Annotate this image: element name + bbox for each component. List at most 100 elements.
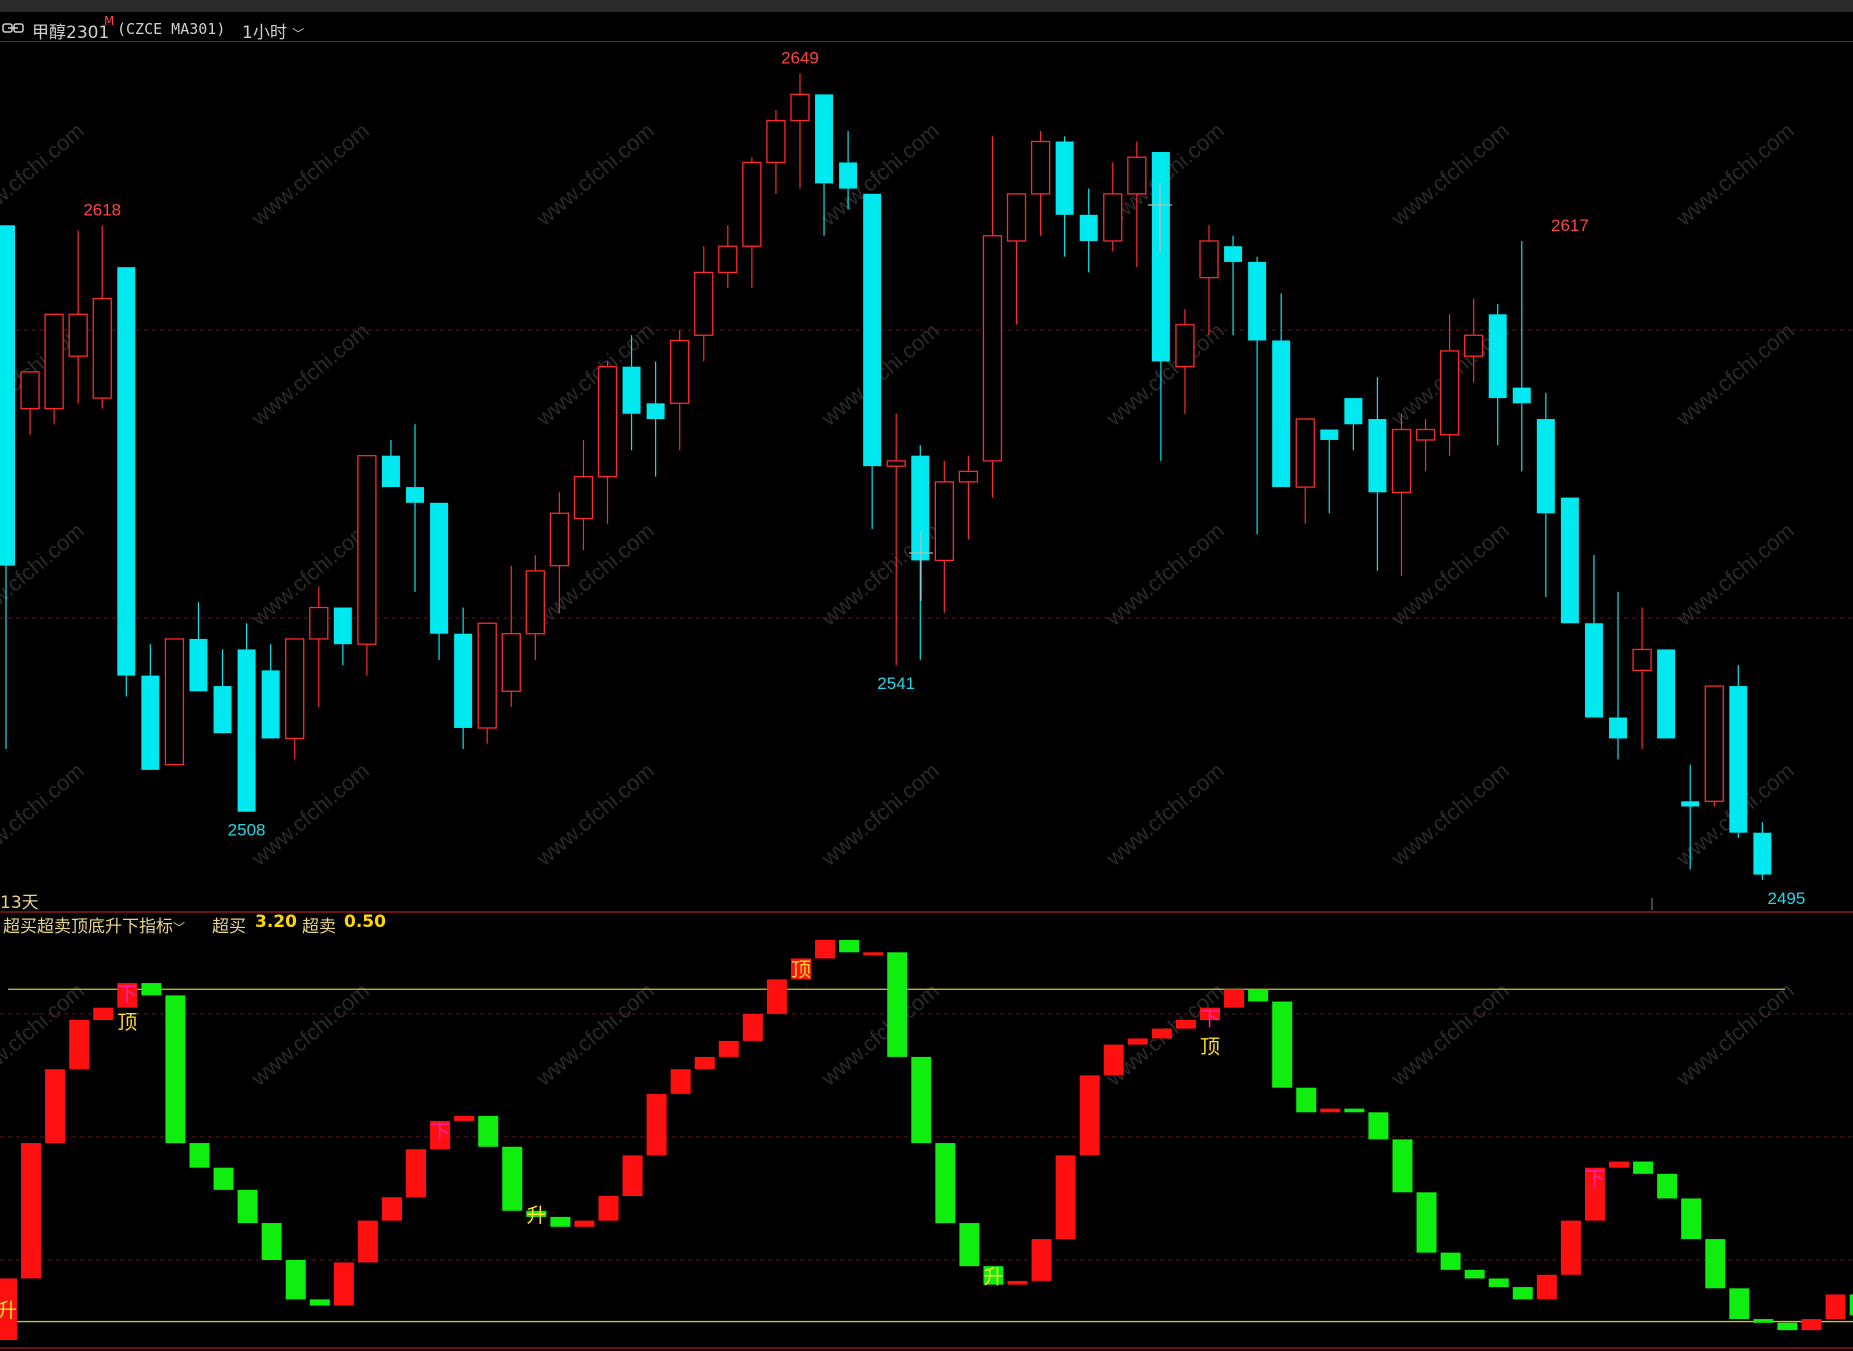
candle <box>958 455 979 540</box>
watermark-text: www.cfchi.com <box>246 978 374 1091</box>
candle <box>1030 131 1051 236</box>
indicator-bar <box>1729 1288 1750 1320</box>
price-extreme-label: 2495 <box>1768 889 1806 908</box>
indicator-bar <box>574 1220 595 1227</box>
period-days-label: 13天 <box>0 893 39 913</box>
candle <box>1488 303 1507 446</box>
indicator-bar <box>1296 1087 1317 1113</box>
candle <box>20 371 40 435</box>
watermark-text: www.cfchi.com <box>1671 318 1799 431</box>
watermark-text: www.cfchi.com <box>1671 118 1799 231</box>
indicator-bar <box>21 1143 42 1279</box>
indicator-bar <box>1512 1287 1533 1300</box>
watermark-text: www.cfchi.com <box>246 758 374 871</box>
indicator-bar <box>285 1260 306 1300</box>
watermark-text: www.cfchi.com <box>1671 978 1799 1091</box>
indicator-bar <box>911 1056 932 1144</box>
candle <box>573 439 594 550</box>
candle <box>1657 649 1676 739</box>
chevron-down-icon: ﹀ <box>173 921 186 935</box>
indicator-bar <box>670 1069 691 1094</box>
indicator-signals: 升下顶下升顶升下顶下 <box>0 957 1605 1322</box>
candle <box>1344 398 1363 451</box>
indicator-selector[interactable]: 超买超卖顶底升下指标﹀ <box>3 912 185 937</box>
candle <box>1055 136 1074 257</box>
indicator-bar <box>935 1143 956 1224</box>
candle <box>381 439 400 488</box>
indicator-bar <box>1440 1252 1461 1270</box>
chart-canvas[interactable]: www.cfchi.com www.cfchi.com www.cfchi.com w… <box>0 0 1853 1351</box>
indicator-bar <box>357 1220 378 1263</box>
candle <box>213 649 232 734</box>
indicator-bar <box>598 1196 619 1221</box>
candle <box>357 455 377 676</box>
indicator-bar <box>309 1299 330 1306</box>
indicator-signal-label: 升 <box>0 1298 17 1322</box>
indicator-bar <box>1272 1001 1293 1088</box>
candle <box>718 225 738 289</box>
candle <box>694 246 714 362</box>
oversold-label: 超卖 <box>302 917 336 937</box>
candle <box>1729 665 1748 838</box>
watermark-text: www.cfchi.com <box>1386 118 1514 231</box>
indicator-bar <box>189 1143 210 1168</box>
indicator-bar <box>887 952 908 1057</box>
candle <box>285 638 305 760</box>
indicator-bar <box>45 1069 66 1144</box>
indicator-bar <box>1392 1139 1413 1193</box>
indicator-signal-label: 升 <box>983 1264 1003 1288</box>
indicator-bar <box>1657 1173 1678 1199</box>
indicator-bar <box>1007 1280 1028 1285</box>
indicator-bar <box>1753 1319 1774 1323</box>
indicator-bar <box>213 1167 234 1190</box>
indicator-bar <box>1151 1028 1172 1039</box>
candle <box>406 424 425 592</box>
candle <box>1320 429 1339 514</box>
price-extreme-label: 2618 <box>83 200 121 219</box>
indicator-bar <box>1849 1294 1853 1316</box>
candle <box>1609 591 1628 760</box>
indicator-bar <box>1777 1322 1798 1331</box>
indicator-bar <box>406 1149 427 1198</box>
indicator-bar <box>1103 1044 1124 1076</box>
price-extreme-label: 2508 <box>228 821 266 840</box>
indicator-bar <box>1801 1319 1822 1331</box>
watermark-text: www.cfchi.com <box>0 118 89 231</box>
candle <box>44 313 64 425</box>
indicator-bar <box>69 1020 90 1070</box>
watermark-text: www.cfchi.com <box>1386 758 1514 871</box>
indicator-bar <box>1609 1161 1630 1168</box>
indicator-bar <box>863 952 884 956</box>
candle <box>597 361 618 524</box>
indicator-bar <box>1705 1239 1726 1289</box>
watermark-text: www.cfchi.com <box>1671 518 1799 631</box>
candle <box>1103 162 1123 252</box>
candle <box>477 622 497 744</box>
price-extreme-label: 2649 <box>781 48 819 67</box>
indicator-bar <box>1055 1155 1076 1240</box>
watermark-text: www.cfchi.com <box>1386 518 1514 631</box>
price-extreme-label: 2617 <box>1551 216 1589 235</box>
candle <box>333 607 352 666</box>
price-extreme-label: 2541 <box>877 674 915 693</box>
indicator-bar <box>1681 1198 1702 1240</box>
candle <box>1704 685 1724 807</box>
candle <box>646 361 665 477</box>
indicator-bar <box>1175 1020 1196 1029</box>
indicator-bar <box>261 1223 282 1260</box>
indicator-bar <box>1079 1075 1100 1156</box>
indicator-bar <box>646 1093 667 1156</box>
indicator-bar <box>1344 1108 1365 1113</box>
indicator-signal-label: 顶 <box>791 957 811 981</box>
candle <box>1272 293 1291 488</box>
watermark-text: www.cfchi.com <box>246 318 374 431</box>
candle <box>189 602 208 692</box>
indicator-bar <box>381 1197 402 1221</box>
indicator-bar <box>815 940 836 959</box>
candle <box>982 136 1003 498</box>
indicator-bar <box>550 1216 571 1227</box>
indicator-bar <box>1825 1294 1846 1320</box>
indicator-bar <box>1224 989 1245 1008</box>
candle <box>1632 607 1652 749</box>
indicator-bar <box>1536 1274 1557 1300</box>
